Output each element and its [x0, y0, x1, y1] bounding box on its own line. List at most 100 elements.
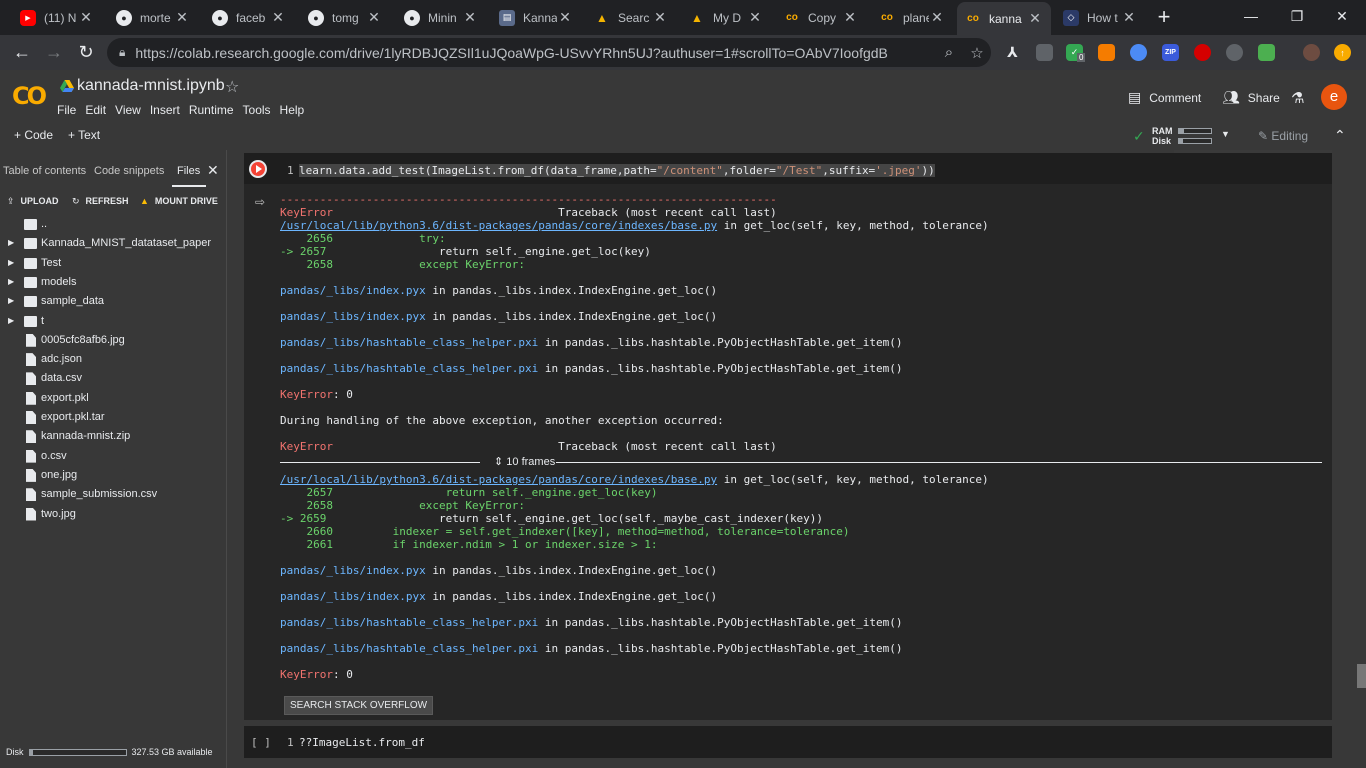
add-code-button[interactable]: + Code — [14, 128, 53, 142]
refresh-button[interactable]: ↻ REFRESH — [72, 196, 129, 207]
parent-folder-item[interactable]: .. — [0, 216, 227, 235]
run-cell-button[interactable]: [ ] — [251, 736, 271, 749]
editing-mode-button[interactable]: ✎ Editing — [1258, 129, 1308, 143]
source-link[interactable]: /usr/local/lib/python3.6/dist-packages/p… — [280, 219, 717, 232]
folder-item[interactable]: ▶ t — [0, 313, 227, 332]
browser-tab[interactable]: coplane✕ — [871, 4, 953, 31]
expand-arrow-icon[interactable]: ▶ — [8, 316, 14, 325]
file-item[interactable]: 0005cfc8afb6.jpg — [0, 332, 227, 351]
close-tab-icon[interactable]: ✕ — [270, 9, 286, 26]
code-cell[interactable]: [ ] 1 ??ImageList.from_df — [244, 726, 1332, 758]
close-tab-icon[interactable]: ✕ — [1027, 10, 1043, 27]
menu-file[interactable]: File — [57, 103, 76, 117]
folder-item[interactable]: ▶ Test — [0, 255, 227, 274]
mount-drive-button[interactable]: ▲ MOUNT DRIVE — [140, 196, 218, 206]
menu-view[interactable]: View — [115, 103, 141, 117]
comment-button[interactable]: ▤ Comment — [1128, 89, 1201, 106]
browser-tab[interactable]: co kanna ✕ — [957, 2, 1051, 35]
menu-edit[interactable]: Edit — [85, 103, 106, 117]
file-item[interactable]: one.jpg — [0, 467, 227, 486]
close-tab-icon[interactable]: ✕ — [842, 9, 858, 26]
extension-circle-icon[interactable] — [1130, 44, 1147, 61]
code-cell[interactable]: 1 learn.data.add_test(ImageList.from_df(… — [244, 150, 1332, 720]
collapse-header-icon[interactable]: ⌃ — [1334, 127, 1346, 144]
notebook-title[interactable]: kannada-mnist.ipynb — [77, 77, 225, 95]
run-cell-button[interactable] — [249, 160, 267, 178]
extension-stop-icon[interactable] — [1194, 44, 1211, 61]
cell-editor[interactable]: 1 learn.data.add_test(ImageList.from_df(… — [244, 153, 1332, 184]
file-item[interactable]: kannada-mnist.zip — [0, 428, 227, 447]
update-icon[interactable]: ↑ — [1334, 44, 1351, 61]
folder-item[interactable]: ▶ models — [0, 274, 227, 293]
file-item[interactable]: two.jpg — [0, 506, 227, 525]
expand-arrow-icon[interactable]: ▶ — [8, 277, 14, 286]
source-link[interactable]: /usr/local/lib/python3.6/dist-packages/p… — [280, 473, 717, 486]
share-button[interactable]: 👥︎ Share — [1222, 89, 1280, 106]
browser-tab[interactable]: ▲ My D ✕ — [681, 4, 771, 31]
menu-help[interactable]: Help — [280, 103, 305, 117]
search-stack-overflow-button[interactable]: SEARCH STACK OVERFLOW — [284, 696, 434, 715]
resources-dropdown-icon[interactable]: ▼ — [1221, 129, 1230, 139]
zoom-icon[interactable]: ⌕ — [935, 44, 963, 61]
add-text-button[interactable]: + Text — [68, 128, 100, 142]
notebook-scrollbar[interactable] — [1357, 664, 1366, 688]
folder-item[interactable]: ▶ sample_data — [0, 293, 227, 312]
menu-tools[interactable]: Tools — [243, 103, 271, 117]
extension-mouse-icon[interactable] — [1226, 44, 1243, 61]
file-item[interactable]: export.pkl.tar — [0, 409, 227, 428]
extension-green-icon[interactable] — [1258, 44, 1275, 61]
tab-files[interactable]: Files — [177, 165, 200, 177]
expand-arrow-icon[interactable]: ▶ — [8, 258, 14, 267]
maximize-button[interactable]: ❐ — [1282, 4, 1312, 28]
close-tab-icon[interactable]: ✕ — [78, 9, 94, 26]
address-bar[interactable]: 🔒︎ https://colab.research.google.com/dri… — [107, 38, 991, 67]
code-line[interactable]: learn.data.add_test(ImageList.from_df(da… — [299, 164, 935, 177]
file-item[interactable]: o.csv — [0, 448, 227, 467]
extension-a-icon[interactable]: ⅄ — [1004, 44, 1021, 61]
file-item[interactable]: data.csv — [0, 370, 227, 389]
close-window-button[interactable]: ✕ — [1327, 4, 1357, 28]
expand-frames-button[interactable]: ⇕ 10 frames — [494, 455, 555, 468]
user-avatar[interactable]: e — [1321, 84, 1347, 110]
forward-button[interactable]: → — [42, 41, 66, 65]
close-sidebar-icon[interactable]: ✕ — [207, 162, 219, 179]
minimize-button[interactable]: — — [1236, 4, 1266, 28]
close-tab-icon[interactable]: ✕ — [174, 9, 190, 26]
profile-avatar-icon[interactable] — [1303, 44, 1320, 61]
upload-button[interactable]: ⇪ UPLOAD — [7, 196, 59, 207]
file-item[interactable]: adc.json — [0, 351, 227, 370]
browser-tab[interactable]: ● morte ✕ — [108, 4, 198, 31]
browser-tab[interactable]: ● tomg ✕ — [300, 4, 390, 31]
code-line[interactable]: ??ImageList.from_df — [299, 736, 425, 749]
star-icon[interactable]: ☆ — [225, 77, 239, 97]
menu-runtime[interactable]: Runtime — [189, 103, 234, 117]
folder-item[interactable]: ▶ Kannada_MNIST_datataset_paper — [0, 235, 227, 254]
labs-flask-icon[interactable]: ⚗ — [1291, 89, 1304, 107]
browser-tab[interactable]: ▶ (11) N ✕ — [12, 4, 102, 31]
back-button[interactable]: ← — [10, 41, 34, 65]
browser-tab[interactable]: ▤ Kanna ✕ — [491, 4, 581, 31]
extension-bag-icon[interactable] — [1098, 44, 1115, 61]
menu-insert[interactable]: Insert — [150, 103, 180, 117]
close-tab-icon[interactable]: ✕ — [1121, 9, 1137, 26]
browser-tab[interactable]: co Copy ✕ — [776, 4, 866, 31]
close-tab-icon[interactable]: ✕ — [929, 9, 945, 26]
expand-arrow-icon[interactable]: ▶ — [8, 238, 14, 247]
colab-logo[interactable]: CO — [12, 82, 47, 110]
browser-tab[interactable]: ● Minin ✕ — [396, 4, 486, 31]
expand-arrow-icon[interactable]: ▶ — [8, 296, 14, 305]
output-menu-icon[interactable]: ⇨ — [255, 195, 265, 209]
browser-tab[interactable]: ● faceb ✕ — [204, 4, 294, 31]
file-item[interactable]: sample_submission.csv — [0, 486, 227, 505]
new-tab-button[interactable]: + — [1152, 6, 1176, 30]
file-item[interactable]: export.pkl — [0, 390, 227, 409]
reload-button[interactable]: ↻ — [74, 41, 98, 65]
extension-zip-icon[interactable]: ZIP — [1162, 44, 1179, 61]
extension-doc-icon[interactable] — [1036, 44, 1053, 61]
tab-code-snippets[interactable]: Code snippets — [94, 165, 164, 177]
close-tab-icon[interactable]: ✕ — [652, 9, 668, 26]
browser-tab[interactable]: ▲ Searc ✕ — [586, 4, 676, 31]
browser-tab[interactable]: ◇ How t ✕ — [1055, 4, 1145, 31]
close-tab-icon[interactable]: ✕ — [747, 9, 763, 26]
close-tab-icon[interactable]: ✕ — [462, 9, 478, 26]
